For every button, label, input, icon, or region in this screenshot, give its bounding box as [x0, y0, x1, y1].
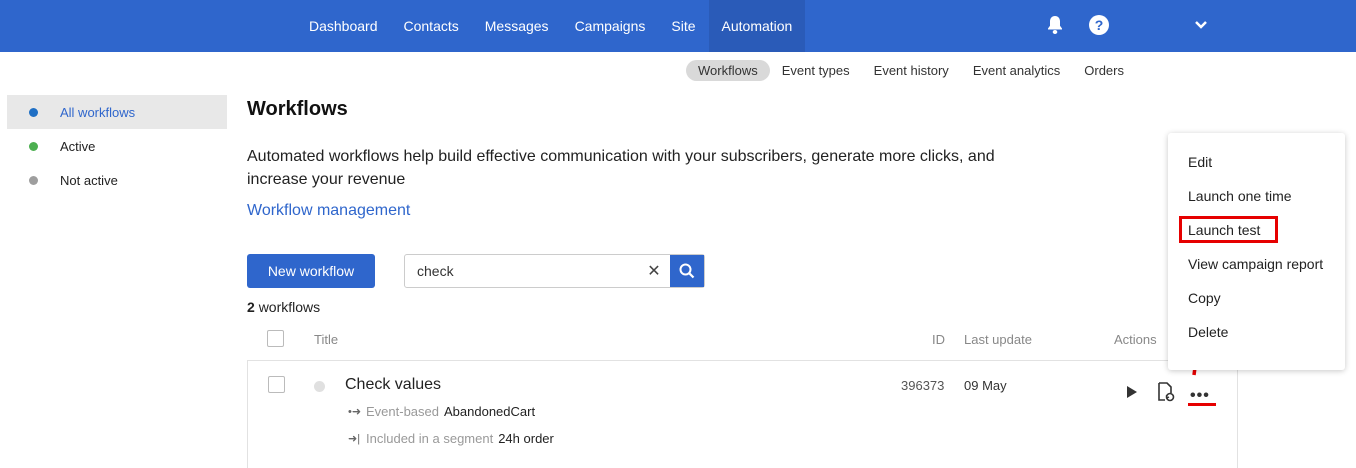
bell-icon[interactable] — [1044, 14, 1066, 36]
actions-dropdown-menu: Edit Launch one time Launch test View ca… — [1168, 133, 1345, 370]
nav-messages[interactable]: Messages — [472, 0, 562, 52]
top-navigation-bar: Dashboard Contacts Messages Campaigns Si… — [0, 0, 1356, 52]
table-row: Check values 396373 09 May •➜ Event-base… — [247, 360, 1238, 468]
annotation-underline — [1188, 403, 1216, 406]
trigger-value: AbandonedCart — [444, 404, 536, 419]
segment-value: 24h order — [498, 431, 554, 446]
sidebar-item-label: All workflows — [60, 104, 136, 120]
launch-test-icon[interactable] — [1157, 382, 1175, 407]
tab-event-analytics[interactable]: Event analytics — [961, 60, 1072, 81]
tab-event-types[interactable]: Event types — [770, 60, 862, 81]
play-icon[interactable] — [1126, 385, 1138, 404]
workflow-management-link[interactable]: Workflow management — [247, 202, 410, 220]
table-header: Title ID Last update Actions — [247, 324, 1237, 354]
sidebar-item-not-active[interactable]: Not active — [7, 163, 227, 197]
status-dot-icon — [29, 107, 38, 117]
column-actions: Actions — [1114, 332, 1157, 347]
main-nav: Dashboard Contacts Messages Campaigns Si… — [296, 0, 806, 52]
count-number: 2 — [247, 299, 255, 315]
nav-contacts[interactable]: Contacts — [391, 0, 472, 52]
page-title: Workflows — [247, 98, 348, 120]
status-dot-icon — [29, 141, 38, 151]
new-workflow-button[interactable]: New workflow — [247, 254, 375, 288]
chevron-down-icon[interactable] — [1190, 14, 1212, 36]
select-all-checkbox[interactable] — [267, 330, 284, 347]
sidebar-item-active[interactable]: Active — [7, 129, 227, 163]
segment-label: Included in a segment — [366, 431, 494, 446]
trigger-label: Event-based — [366, 404, 439, 419]
segment-info: ➜| Included in a segment 24h order — [348, 431, 554, 446]
nav-campaigns[interactable]: Campaigns — [562, 0, 659, 52]
sidebar-item-label: Not active — [60, 172, 118, 188]
menu-item-edit[interactable]: Edit — [1188, 154, 1212, 170]
help-icon[interactable]: ? — [1088, 14, 1110, 36]
sub-navigation: Workflows Event types Event history Even… — [686, 60, 1136, 81]
workflow-count: 2 workflows — [247, 299, 320, 315]
segment-arrow-icon: ➜| — [348, 433, 361, 445]
sidebar-item-all-workflows[interactable]: All workflows — [7, 95, 227, 129]
sidebar: All workflows Active Not active — [7, 95, 227, 197]
count-label: workflows — [258, 299, 321, 315]
workflow-last-update: 09 May — [964, 378, 1007, 393]
tab-event-history[interactable]: Event history — [862, 60, 961, 81]
workflow-id: 396373 — [901, 378, 945, 393]
search-input[interactable] — [405, 255, 638, 287]
annotation-highlight-box — [1179, 216, 1278, 243]
search-icon[interactable] — [670, 255, 704, 287]
status-dot-icon — [314, 381, 325, 392]
column-title: Title — [314, 332, 339, 347]
nav-site[interactable]: Site — [658, 0, 708, 52]
column-id: ID — [932, 332, 945, 347]
menu-item-delete[interactable]: Delete — [1188, 324, 1228, 340]
tab-workflows[interactable]: Workflows — [686, 60, 770, 81]
clear-icon[interactable]: ✕ — [638, 255, 670, 287]
menu-item-copy[interactable]: Copy — [1188, 290, 1221, 306]
sidebar-item-label: Active — [60, 138, 96, 154]
status-dot-icon — [29, 175, 38, 185]
trigger-info: •➜ Event-based AbandonedCart — [348, 404, 535, 419]
menu-item-launch-one-time[interactable]: Launch one time — [1188, 188, 1292, 204]
menu-item-view-campaign-report[interactable]: View campaign report — [1188, 256, 1323, 272]
event-arrow-icon: •➜ — [348, 406, 362, 418]
page-description: Automated workflows help build effective… — [247, 148, 995, 188]
row-checkbox[interactable] — [268, 376, 285, 393]
tab-orders[interactable]: Orders — [1072, 60, 1136, 81]
workflow-title[interactable]: Check values — [345, 376, 441, 394]
nav-dashboard[interactable]: Dashboard — [296, 0, 391, 52]
search-box: ✕ — [404, 254, 705, 288]
column-last-update: Last update — [964, 332, 1032, 347]
nav-automation[interactable]: Automation — [708, 0, 806, 52]
